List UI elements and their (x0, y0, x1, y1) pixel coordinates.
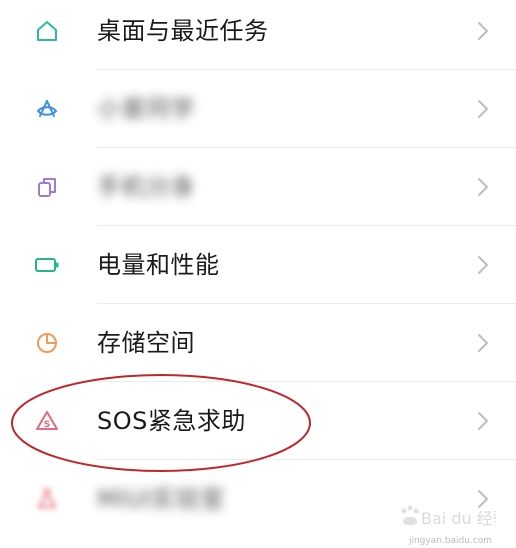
settings-item-storage[interactable]: 存储空间 (0, 304, 516, 382)
sos-alert-icon: S (34, 408, 60, 434)
settings-item-label: MIUI实验室 (97, 485, 225, 513)
svg-text:S: S (44, 420, 50, 430)
settings-item-label: 小爱同学 (97, 95, 195, 123)
chevron-right-icon (476, 488, 490, 510)
settings-item-label: 手机分身 (97, 173, 195, 201)
storage-pie-icon (34, 330, 60, 356)
battery-icon (34, 252, 60, 278)
settings-item-battery-performance[interactable]: 电量和性能 (0, 226, 516, 304)
settings-item-desktop-recents[interactable]: 桌面与最近任务 (0, 0, 516, 70)
dual-phone-icon (34, 174, 60, 200)
settings-item-label: SOS紧急求助 (97, 407, 246, 435)
settings-item-assistant[interactable]: 小爱同学 (0, 70, 516, 148)
watermark-url: jingyan.baidu.com (408, 536, 492, 546)
settings-item-sos[interactable]: S SOS紧急求助 (0, 382, 516, 460)
settings-item-label: 存储空间 (97, 329, 195, 357)
chevron-right-icon (476, 332, 490, 354)
settings-item-dual-apps[interactable]: 手机分身 (0, 148, 516, 226)
assistant-icon (34, 96, 60, 122)
home-icon (34, 18, 60, 44)
settings-item-label: 电量和性能 (97, 251, 220, 279)
chevron-right-icon (476, 410, 490, 432)
chevron-right-icon (476, 20, 490, 42)
settings-list: 桌面与最近任务 小爱同学 手机分身 电量和性能 存储空间 S SOS紧急求助 M… (0, 0, 516, 548)
settings-item-label: 桌面与最近任务 (97, 17, 269, 45)
chevron-right-icon (476, 98, 490, 120)
chevron-right-icon (476, 176, 490, 198)
settings-item-lab[interactable]: MIUI实验室 (0, 460, 516, 538)
lab-icon (34, 486, 60, 512)
chevron-right-icon (476, 254, 490, 276)
